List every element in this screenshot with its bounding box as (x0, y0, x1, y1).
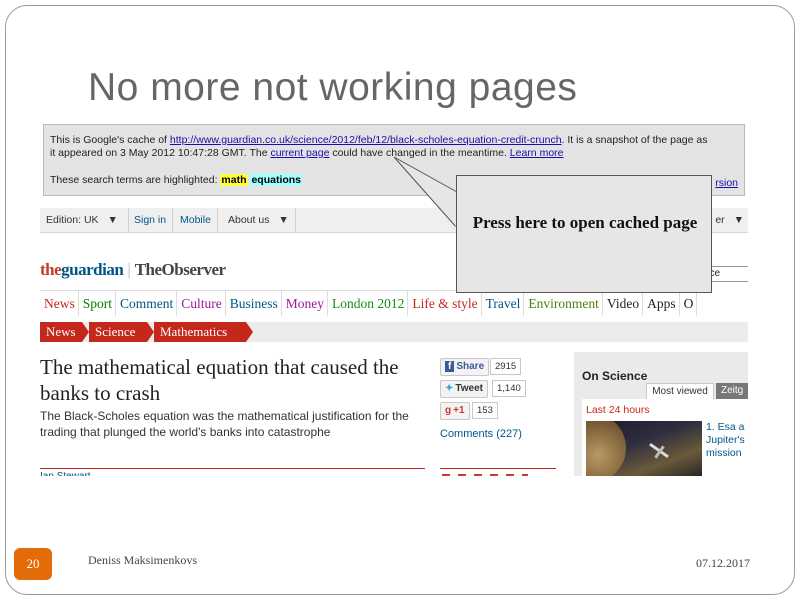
most-viewed-list: Last 24 hours 1. Esa a Jupiter's mission (582, 399, 748, 476)
section-nav-item[interactable]: Environment (524, 291, 603, 316)
twitter-bird-icon: ✦ (445, 383, 454, 394)
caret-down-icon: ▼ (278, 214, 289, 226)
callout-box: Press here to open cached page (456, 175, 712, 293)
facebook-count: 2915 (490, 358, 522, 375)
on-science-panel: On Science Most viewed Zeitg Last 24 hou… (574, 352, 748, 476)
topbar-right-label: er (715, 214, 725, 226)
cached-url-link[interactable]: http://www.guardian.co.uk/science/2012/f… (170, 134, 562, 146)
slide-title: No more not working pages (88, 66, 578, 109)
google-plus-icon: g (445, 405, 452, 416)
planet-graphic (586, 421, 626, 476)
most-viewed-story-link[interactable]: 1. Esa a Jupiter's mission (706, 421, 748, 460)
breadcrumb-mathematics[interactable]: Mathematics (154, 322, 246, 342)
section-nav-item[interactable]: Sport (79, 291, 117, 316)
caret-down-icon: ▼ (107, 214, 118, 226)
tab-zeitgeist[interactable]: Zeitg (716, 383, 748, 399)
breadcrumb: News Science Mathematics (40, 322, 748, 342)
side-panel-title: On Science (582, 369, 648, 383)
text-only-version-link[interactable]: rsion (715, 177, 738, 190)
section-nav-item[interactable]: London 2012 (328, 291, 409, 316)
section-nav-item[interactable]: Video (603, 291, 644, 316)
article-byline[interactable]: Ian Stewart (40, 471, 91, 476)
article-standfirst: The Black-Scholes equation was the mathe… (40, 409, 409, 439)
cache-text: it appeared on 3 May 2012 10:47:28 GMT. … (50, 147, 271, 159)
section-nav-item[interactable]: Culture (177, 291, 226, 316)
breadcrumb-arrow-icon (147, 322, 154, 342)
facebook-share-button[interactable]: f Share (440, 358, 490, 376)
cache-banner-line: This is Google's cache of http://www.gua… (50, 134, 738, 147)
tab-most-viewed[interactable]: Most viewed (646, 383, 714, 400)
tweet-button[interactable]: ✦ Tweet (440, 380, 488, 398)
slide-author: Deniss Maksimenkovs (88, 553, 197, 567)
about-label: About us (228, 214, 270, 226)
section-nav-item[interactable]: News (40, 291, 79, 316)
section-nav: News Sport Comment Culture Business Money Lond… (40, 290, 698, 321)
sign-in-link[interactable]: Sign in (128, 208, 174, 232)
facebook-icon: f (445, 361, 455, 372)
guardian-logo[interactable]: theguardian (40, 260, 124, 279)
breadcrumb-news[interactable]: News (40, 322, 82, 342)
breadcrumb-science[interactable]: Science (89, 322, 147, 342)
divider (40, 468, 425, 469)
section-nav-item[interactable]: Money (282, 291, 329, 316)
learn-more-link[interactable]: Learn more (510, 147, 564, 159)
about-us-dropdown[interactable]: About us ▼ (222, 208, 296, 232)
section-nav-item[interactable]: O (680, 291, 698, 316)
article-headline: The mathematical equation that caused th… (40, 355, 399, 405)
masthead-logos: theguardian | TheObserver (40, 260, 226, 280)
current-page-link[interactable]: current page (270, 147, 329, 159)
comments-link[interactable]: Comments (227) (440, 428, 522, 440)
slide-date: 07.12.2017 (696, 556, 750, 570)
google-plus-one-button[interactable]: g +1 (440, 402, 470, 420)
section-nav-item[interactable]: Travel (482, 291, 525, 316)
section-nav-item[interactable]: Business (226, 291, 282, 316)
callout-text: Press here to open cached page (472, 213, 698, 232)
time-filter-label: Last 24 hours (586, 404, 650, 416)
share-icons-row (442, 474, 528, 476)
logo-divider: | (127, 260, 131, 279)
terms-label: These search terms are highlighted: (50, 174, 221, 186)
cache-text: . It is a snapshot of the page as (561, 134, 708, 146)
section-nav-item[interactable]: Life & style (408, 291, 482, 316)
plus-one-count: 153 (472, 402, 498, 419)
breadcrumb-arrow-icon (82, 322, 89, 342)
cache-text: could have changed in the meantime. (329, 147, 510, 159)
section-nav-item[interactable]: Comment (116, 291, 178, 316)
edition-label: Edition: UK (46, 214, 99, 226)
divider (440, 468, 556, 469)
topbar-right-dropdown[interactable]: er ▼ (715, 208, 744, 232)
story-thumbnail-image[interactable] (586, 421, 702, 476)
cache-text: This is Google's cache of (50, 134, 170, 146)
slide-number-badge: 20 (14, 548, 52, 580)
edition-dropdown[interactable]: Edition: UK ▼ (40, 208, 129, 232)
highlighted-term-equations: equations (250, 174, 303, 186)
highlighted-term-math: math (220, 174, 248, 186)
section-nav-item[interactable]: Apps (643, 291, 680, 316)
breadcrumb-arrow-icon (246, 322, 253, 342)
mobile-link[interactable]: Mobile (174, 208, 218, 232)
observer-logo[interactable]: TheObserver (135, 260, 226, 279)
tweet-count: 1,140 (492, 380, 526, 397)
cache-banner-line: it appeared on 3 May 2012 10:47:28 GMT. … (50, 147, 738, 160)
caret-down-icon: ▼ (733, 214, 744, 226)
